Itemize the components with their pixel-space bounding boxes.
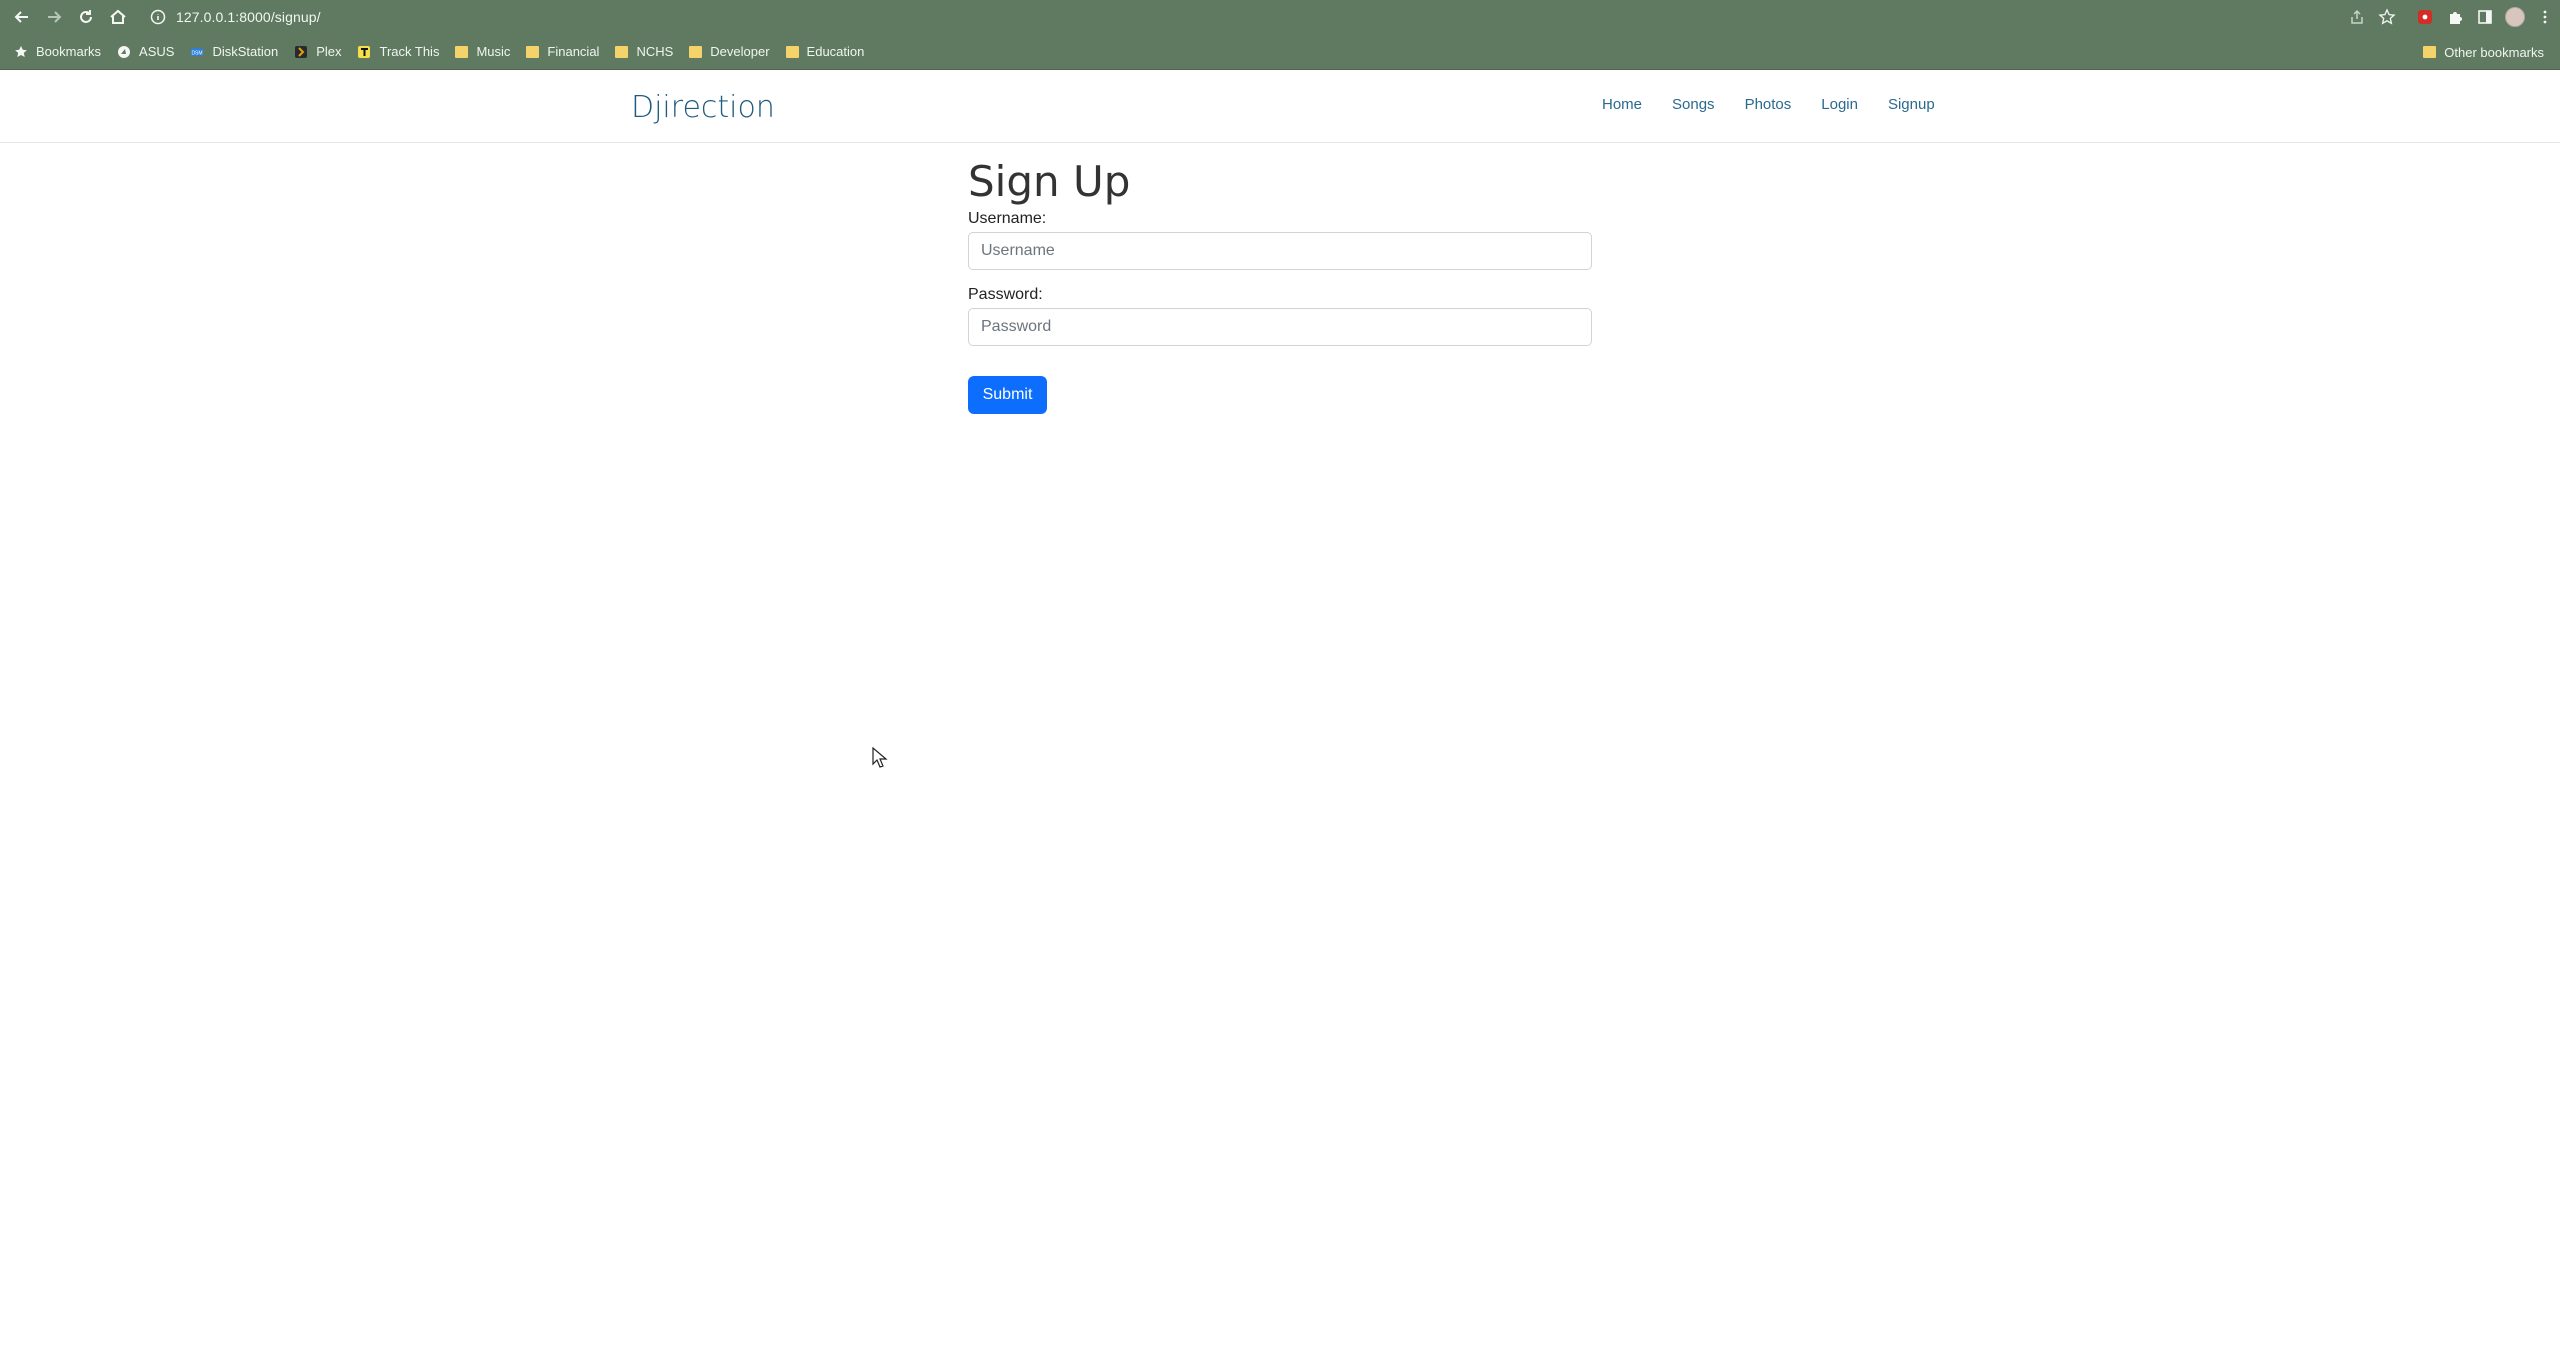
asus-icon — [118, 45, 131, 58]
username-input[interactable] — [968, 232, 1592, 270]
nav-login[interactable]: Login — [1821, 96, 1858, 113]
bookmark-label: Developer — [710, 44, 770, 59]
mouse-cursor-icon — [872, 747, 888, 768]
bookmark-diskstation[interactable]: DSM DiskStation — [182, 38, 286, 66]
back-button[interactable] — [6, 1, 38, 33]
folder-icon — [689, 45, 703, 58]
lastpass-icon — [2418, 10, 2432, 24]
kebab-menu-icon — [2543, 10, 2547, 24]
share-button[interactable] — [2342, 2, 2372, 32]
password-label: Password: — [968, 286, 1043, 303]
dsm-icon: DSM — [191, 47, 204, 56]
browser-menu-button[interactable] — [2530, 2, 2560, 32]
bookmark-bookmarks[interactable]: Bookmarks — [6, 38, 109, 66]
share-icon — [2351, 9, 2363, 24]
star-outline-icon — [2378, 8, 2396, 25]
nav-songs[interactable]: Songs — [1672, 96, 1715, 113]
browser-toolbar: 127.0.0.1:8000/signup/ — [0, 0, 2560, 34]
avatar — [2505, 7, 2525, 27]
page-title: Sign Up — [968, 157, 1131, 206]
bookmark-label: ASUS — [139, 44, 175, 59]
url-text[interactable]: 127.0.0.1:8000/signup/ — [176, 9, 321, 25]
home-icon — [110, 9, 126, 24]
site-brand[interactable]: Djirection — [631, 90, 775, 125]
side-panel-icon — [2478, 10, 2492, 24]
web-page: Djirection Home Songs Photos Login Signu… — [0, 71, 2560, 1354]
extensions-menu-button[interactable] — [2440, 2, 2470, 32]
bookmark-label: Education — [806, 44, 865, 59]
bookmark-label: Track This — [379, 44, 440, 59]
bookmark-label: DiskStation — [212, 44, 279, 59]
forward-arrow-icon — [48, 11, 62, 23]
puzzle-icon — [2450, 12, 2462, 24]
extension-button[interactable] — [2410, 2, 2440, 32]
bookmark-plex[interactable]: Plex — [286, 38, 349, 66]
bookmark-label: Bookmarks — [36, 44, 102, 59]
bookmark-track-this[interactable]: Track This — [349, 38, 447, 66]
toolbar-actions — [2342, 0, 2560, 34]
nav-home[interactable]: Home — [1602, 96, 1642, 113]
bookmark-star-button[interactable] — [2372, 2, 2402, 32]
bookmark-label: NCHS — [636, 44, 674, 59]
track-icon — [358, 45, 371, 58]
bookmark-asus[interactable]: ASUS — [109, 38, 182, 66]
bookmark-label: Financial — [547, 44, 600, 59]
folder-icon — [615, 45, 629, 58]
other-bookmarks[interactable]: Other bookmarks — [2415, 38, 2552, 66]
signup-form: Sign Up Username: Password: Submit — [968, 157, 1592, 414]
back-arrow-icon — [14, 11, 28, 23]
bookmark-folder-financial[interactable]: Financial — [518, 38, 607, 66]
bookmark-folder-developer[interactable]: Developer — [681, 38, 777, 66]
folder-icon — [785, 45, 799, 58]
submit-button[interactable]: Submit — [968, 376, 1047, 414]
forward-button[interactable] — [38, 1, 70, 33]
bookmark-label: Music — [476, 44, 511, 59]
home-button[interactable] — [102, 1, 134, 33]
password-input[interactable] — [968, 308, 1592, 346]
nav-signup[interactable]: Signup — [1888, 96, 1935, 113]
address-bar[interactable]: 127.0.0.1:8000/signup/ — [140, 3, 2364, 31]
site-info-icon[interactable] — [150, 9, 166, 25]
bookmark-folder-nchs[interactable]: NCHS — [607, 38, 681, 66]
other-bookmarks-label: Other bookmarks — [2444, 44, 2544, 60]
nav-photos[interactable]: Photos — [1745, 96, 1792, 113]
site-navbar: Djirection Home Songs Photos Login Signu… — [0, 71, 2560, 143]
folder-icon — [2423, 46, 2437, 58]
site-nav: Home Songs Photos Login Signup — [1602, 96, 1965, 113]
bookmark-folder-music[interactable]: Music — [447, 38, 518, 66]
folder-icon — [526, 45, 540, 58]
reload-button[interactable] — [70, 1, 102, 33]
star-icon — [15, 45, 27, 57]
bookmarks-bar: Bookmarks ASUS DSM DiskStation Plex Trac… — [0, 34, 2560, 70]
folder-icon — [455, 45, 469, 58]
profile-button[interactable] — [2500, 2, 2530, 32]
plex-icon — [295, 45, 308, 58]
username-label: Username: — [968, 210, 1047, 227]
svg-text:DSM: DSM — [192, 50, 203, 56]
side-panel-button[interactable] — [2470, 2, 2500, 32]
bookmark-folder-education[interactable]: Education — [778, 38, 873, 66]
reload-icon — [80, 10, 92, 23]
bookmark-label: Plex — [316, 44, 342, 59]
